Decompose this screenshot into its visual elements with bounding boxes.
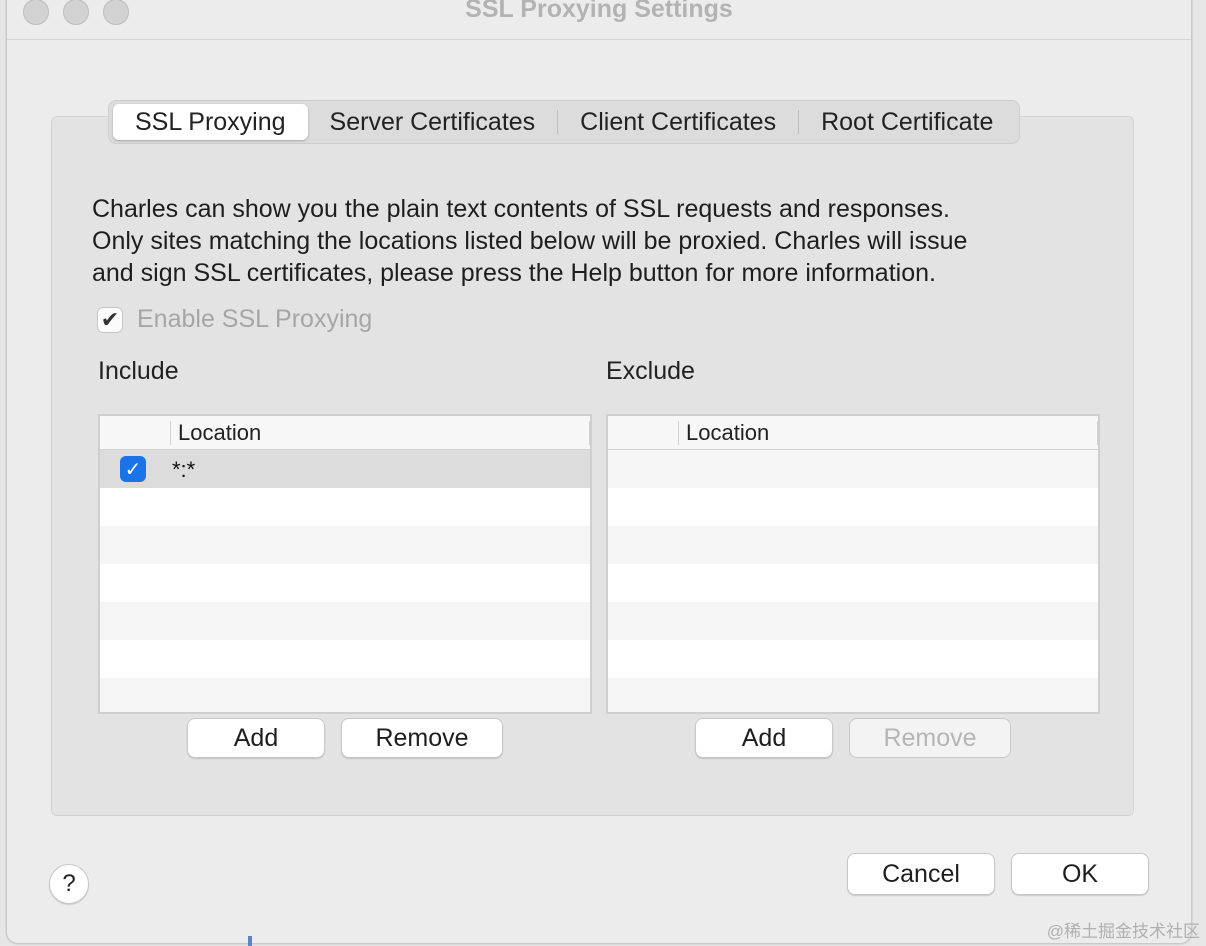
empty-row	[100, 564, 590, 602]
exclude-table: Location	[606, 414, 1100, 714]
empty-row	[100, 602, 590, 640]
tab-bar: SSL Proxying Server Certificates Client …	[108, 100, 1021, 144]
empty-row	[608, 450, 1098, 488]
empty-row	[100, 678, 590, 712]
tab-ssl-proxying[interactable]: SSL Proxying	[113, 104, 308, 140]
include-remove-button[interactable]: Remove	[341, 718, 503, 758]
empty-row	[608, 678, 1098, 712]
empty-row	[100, 526, 590, 564]
watermark: @稀土掘金技术社区	[1046, 922, 1200, 941]
enable-ssl-proxying-row: ✔ Enable SSL Proxying	[97, 305, 372, 334]
description-line: and sign SSL certificates, please press …	[92, 259, 936, 287]
description-text: Charles can show you the plain text cont…	[92, 193, 1102, 289]
enable-ssl-proxying-checkbox[interactable]: ✔	[97, 306, 123, 333]
tab-server-certificates[interactable]: Server Certificates	[308, 104, 558, 140]
exclude-remove-button[interactable]: Remove	[849, 718, 1011, 758]
enable-ssl-proxying-label: Enable SSL Proxying	[137, 305, 373, 333]
table-row[interactable]: ✓ *:*	[100, 450, 590, 488]
background-window-edge	[248, 936, 252, 946]
empty-row	[608, 526, 1098, 564]
row-enabled-checkbox[interactable]: ✓	[120, 456, 146, 482]
empty-row	[608, 564, 1098, 602]
title-bar: SSL Proxying Settings	[7, 0, 1191, 40]
help-button[interactable]: ?	[49, 864, 89, 904]
empty-row	[608, 488, 1098, 526]
empty-row	[608, 602, 1098, 640]
checkmark-icon: ✓	[124, 458, 142, 481]
empty-row	[100, 640, 590, 678]
tab-root-certificate[interactable]: Root Certificate	[799, 104, 1015, 140]
location-column-header[interactable]: Location	[686, 420, 769, 446]
exclude-label: Exclude	[606, 357, 695, 385]
exclude-table-header: Location	[608, 416, 1098, 450]
include-table-header: Location	[100, 416, 590, 450]
location-cell: *:*	[172, 457, 196, 482]
window-title: SSL Proxying Settings	[465, 0, 733, 23]
ok-button[interactable]: OK	[1011, 853, 1149, 895]
description-line: Only sites matching the locations listed…	[92, 227, 968, 255]
cancel-button[interactable]: Cancel	[847, 853, 995, 895]
include-add-button[interactable]: Add	[187, 718, 325, 758]
exclude-add-button[interactable]: Add	[695, 718, 833, 758]
empty-row	[100, 488, 590, 526]
empty-row	[608, 640, 1098, 678]
include-table: Location ✓ *:*	[98, 414, 592, 714]
tab-client-certificates[interactable]: Client Certificates	[558, 104, 798, 140]
include-label: Include	[98, 357, 179, 385]
checkmark-icon: ✔	[100, 306, 120, 332]
location-column-header[interactable]: Location	[178, 420, 261, 446]
description-line: Charles can show you the plain text cont…	[92, 195, 950, 223]
